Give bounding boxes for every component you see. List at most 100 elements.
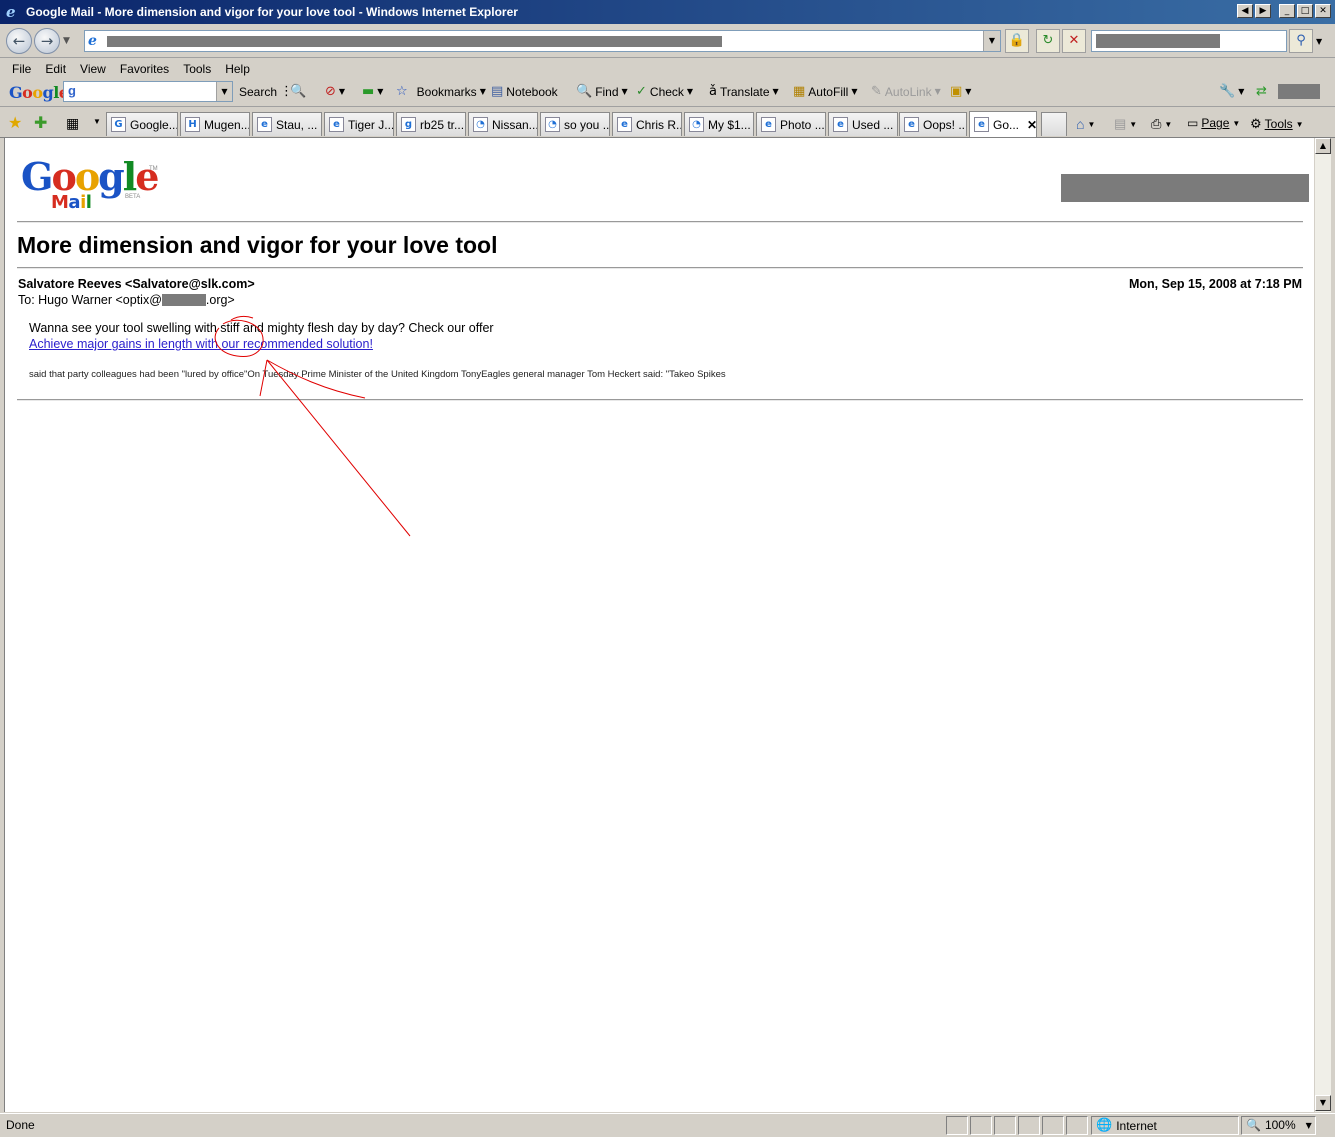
status-cell xyxy=(1066,1116,1088,1135)
send-to-icon[interactable]: ▣ ▼ xyxy=(950,84,971,99)
tab-tiger[interactable]: e Tiger J... xyxy=(324,112,394,136)
menu-help[interactable]: Help xyxy=(225,62,250,76)
window-titlebar: e Google Mail - More dimension and vigor… xyxy=(0,0,1335,24)
tab-my-dollar[interactable]: ◔ My $1... xyxy=(684,112,754,136)
new-tab-button[interactable] xyxy=(1041,112,1067,136)
google-tab-icon: G xyxy=(111,117,126,132)
popup-blocker-icon[interactable]: ⊘ ▼ xyxy=(325,84,345,99)
translate-button[interactable]: ǎ Translate ▼ xyxy=(709,84,779,99)
status-bar: Done 🌐 Internet 🔍 100% ▼ xyxy=(0,1113,1335,1137)
tab-google[interactable]: G Google... xyxy=(106,112,178,136)
spellcheck-button[interactable]: ✓ Check ▼ xyxy=(636,84,693,99)
vertical-scrollbar[interactable]: ▲ ▼ xyxy=(1314,138,1331,1112)
gear-icon: ⚙ xyxy=(1250,116,1262,131)
menu-favorites[interactable]: Favorites xyxy=(120,62,169,76)
spellcheck-icon: ✓ xyxy=(636,84,647,99)
tab-row: ★ ✚ ▦ ▼ G Google... H Mugen... e Stau, ... … xyxy=(0,108,1335,138)
close-window-button[interactable]: ✕ xyxy=(1315,4,1331,18)
email-from: Salvatore Reeves <Salvatore@slk.com> xyxy=(18,277,255,291)
address-bar: ← → ▼ e ▼ 🔒 ↻ ✕ ⚲ ▼ xyxy=(0,24,1335,58)
tab-used[interactable]: e Used ... xyxy=(828,112,898,136)
refresh-icon[interactable]: ↻ xyxy=(1036,29,1060,53)
notebook-button[interactable]: ▤ Notebook xyxy=(491,84,558,99)
tab-chris[interactable]: e Chris R... xyxy=(612,112,682,136)
menu-view[interactable]: View xyxy=(80,62,106,76)
page-menu-button[interactable]: ▭ Page ▼ xyxy=(1187,116,1240,130)
mail-logo-word: Mail xyxy=(51,192,92,213)
menu-file[interactable]: File xyxy=(12,62,31,76)
divider xyxy=(17,221,1303,223)
tab-rb25[interactable]: g rb25 tr... xyxy=(396,112,466,136)
live-search-input[interactable] xyxy=(1091,30,1287,52)
stop-icon[interactable]: ✕ xyxy=(1062,29,1086,53)
google-toolbar: Google g ▼ Search ⋮ 🔍 ⊘▼ ▬▼ ☆ Bookmarks … xyxy=(0,79,1335,107)
search-options-icon[interactable]: ▼ xyxy=(1316,37,1322,46)
security-zone[interactable]: 🌐 Internet xyxy=(1096,1118,1157,1133)
tab-list-dropdown-icon[interactable]: ▼ xyxy=(93,117,101,126)
redacted-user-info xyxy=(1061,174,1309,202)
tab-prev-button[interactable]: ◀ xyxy=(1237,4,1253,18)
tab-photo[interactable]: e Photo ... xyxy=(756,112,826,136)
menu-tools[interactable]: Tools xyxy=(183,62,211,76)
menu-bar: File Edit View Favorites Tools Help xyxy=(0,59,1335,79)
autofill-button[interactable]: ▦ AutoFill ▼ xyxy=(793,84,857,99)
google-search-input[interactable]: g ▼ xyxy=(63,81,233,102)
google-g-icon: g xyxy=(68,83,76,98)
tools-menu-button[interactable]: ⚙ Tools ▼ xyxy=(1250,116,1304,132)
page-viewport: Google Mail BETA TM More dimension and v… xyxy=(4,138,1314,1112)
tab-next-button[interactable]: ▶ xyxy=(1255,4,1271,18)
history-dropdown-icon[interactable]: ▼ xyxy=(63,36,70,46)
close-tab-icon[interactable]: ✕ xyxy=(1027,118,1036,132)
search-magnifier-icon[interactable]: 🔍 xyxy=(290,84,306,99)
back-button[interactable]: ← xyxy=(6,28,32,54)
bookmarks-button[interactable]: ☆ Bookmarks ▼ xyxy=(396,84,486,99)
add-favorites-icon[interactable]: ✚ xyxy=(34,113,47,133)
url-dropdown-icon[interactable]: ▼ xyxy=(983,31,1000,51)
email-small-text: said that party colleagues had been "lur… xyxy=(29,369,726,380)
zoom-dropdown-icon[interactable]: ▼ xyxy=(1306,1121,1312,1130)
google-search-dropdown-icon[interactable]: ▼ xyxy=(216,82,232,101)
tab-stau[interactable]: e Stau, ... xyxy=(252,112,322,136)
tab-nissan[interactable]: ◔ Nissan... xyxy=(468,112,538,136)
search-icon[interactable]: ⚲ xyxy=(1289,29,1313,53)
feeds-icon[interactable]: ▤ ▼ xyxy=(1114,116,1137,132)
translate-icon: ǎ xyxy=(709,84,717,99)
star-icon: ☆ xyxy=(396,84,408,99)
url-input[interactable]: e ▼ xyxy=(84,30,1001,52)
minimize-button[interactable]: _ xyxy=(1279,4,1295,18)
tab-google-mail-active[interactable]: e Go... ✕ xyxy=(969,111,1037,137)
lock-icon[interactable]: 🔒 xyxy=(1005,29,1029,53)
favorites-center-icon[interactable]: ★ xyxy=(8,113,22,133)
home-icon[interactable]: ⌂ ▼ xyxy=(1076,116,1095,132)
loading-tab-icon: ◔ xyxy=(689,117,704,132)
tab-mugen[interactable]: H Mugen... xyxy=(180,112,250,136)
spam-link[interactable]: Achieve major gains in length with our r… xyxy=(29,337,373,351)
tab-so-you[interactable]: ◔ so you ... xyxy=(540,112,610,136)
tab-oops[interactable]: e Oops! ... xyxy=(899,112,967,136)
google-toolbar-logo[interactable]: Google xyxy=(9,83,69,102)
ie-page-tab-icon: e xyxy=(833,117,848,132)
pagerank-icon[interactable]: ▬ ▼ xyxy=(362,84,383,99)
ie-page-tab-icon: e xyxy=(257,117,272,132)
status-cell xyxy=(946,1116,968,1135)
sync-icon[interactable]: ⇄ xyxy=(1256,84,1267,99)
find-button[interactable]: 🔍 Find ▼ xyxy=(576,84,628,99)
notebook-icon: ▤ xyxy=(491,84,504,99)
divider xyxy=(17,267,1303,269)
globe-icon: 🌐 xyxy=(1096,1118,1113,1133)
redacted-account xyxy=(1278,84,1320,99)
scroll-down-icon[interactable]: ▼ xyxy=(1315,1095,1331,1111)
forward-button[interactable]: → xyxy=(34,28,60,54)
zoom-control[interactable]: 🔍 100% ▼ xyxy=(1246,1118,1312,1132)
google-search-button[interactable]: Search ⋮ xyxy=(239,84,293,99)
ie-page-tab-icon: e xyxy=(617,117,632,132)
scroll-up-icon[interactable]: ▲ xyxy=(1315,138,1331,154)
autolink-button[interactable]: ✎ AutoLink ▼ xyxy=(871,84,941,99)
print-icon[interactable]: ⎙ ▼ xyxy=(1151,116,1172,132)
wrench-icon[interactable]: 🔧 ▼ xyxy=(1219,84,1244,99)
google-mail-logo: Google Mail BETA TM xyxy=(21,156,161,216)
quick-tabs-icon[interactable]: ▦ xyxy=(66,115,79,132)
loading-tab-icon: ◔ xyxy=(545,117,560,132)
maximize-button[interactable]: □ xyxy=(1297,4,1313,18)
menu-edit[interactable]: Edit xyxy=(45,62,66,76)
